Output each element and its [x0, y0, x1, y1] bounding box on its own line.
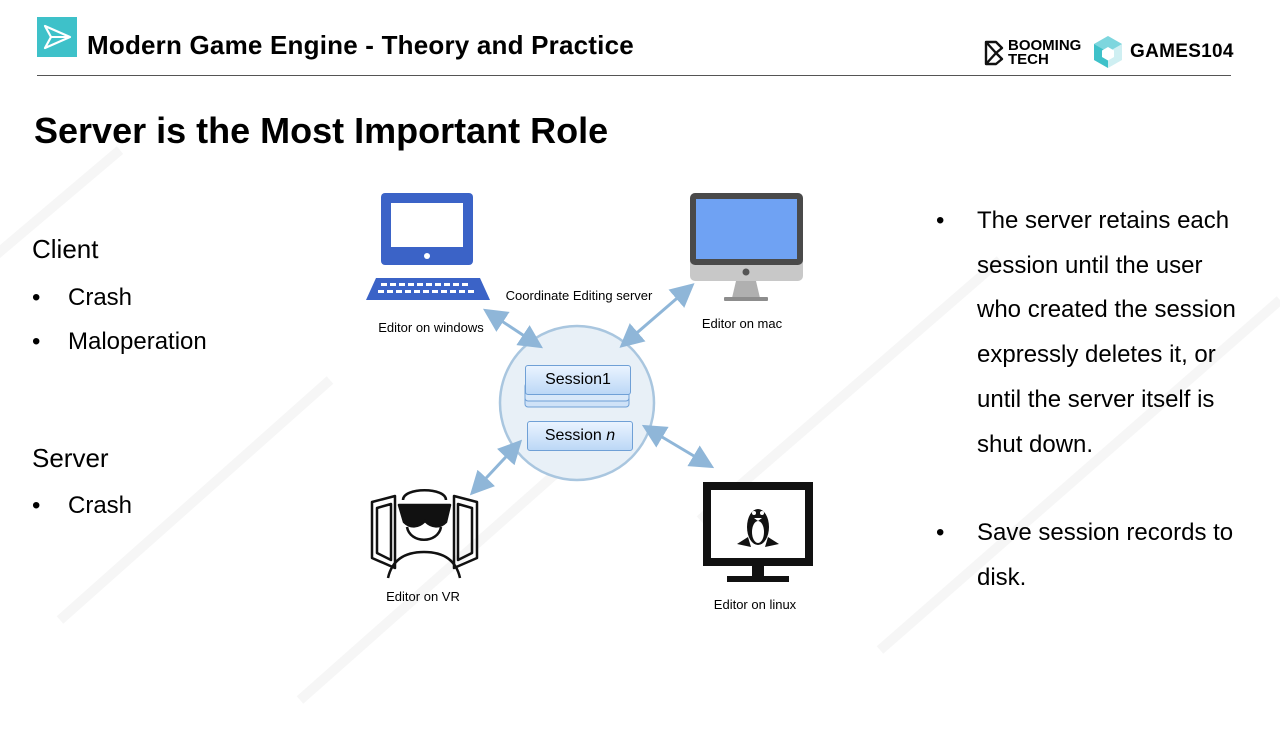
note-item: • The server retains each session until … [936, 199, 1236, 467]
session-box-1: Session1 [525, 365, 631, 395]
notes-list: • The server retains each session until … [936, 199, 1236, 601]
bullet: • [936, 207, 945, 234]
editor-linux-label: Editor on linux [713, 597, 797, 612]
imac-icon [690, 193, 803, 301]
arrow-vr [469, 439, 523, 496]
arrow-linux [641, 424, 715, 469]
bullet: • [936, 519, 945, 547]
note-item: • Save session records to disk. [936, 511, 1236, 600]
session-label-variable: n [606, 427, 616, 444]
editor-mac-label: Editor on mac [701, 316, 783, 331]
editor-vr-label: Editor on VR [386, 589, 460, 604]
server-label: Coordinate Editing server [505, 288, 653, 303]
session-label-prefix: Session [544, 427, 607, 444]
note-text: Save session records to disk. [977, 519, 1234, 591]
editor-windows-label: Editor on windows [378, 320, 484, 335]
session-box-n: Session n [527, 421, 633, 451]
linux-monitor-icon [703, 482, 813, 582]
session-label: Session1 [545, 371, 611, 388]
note-text: The server retains each session until th… [977, 207, 1236, 458]
windows-pc-icon [366, 193, 490, 300]
vr-headset-user-icon [370, 489, 479, 579]
